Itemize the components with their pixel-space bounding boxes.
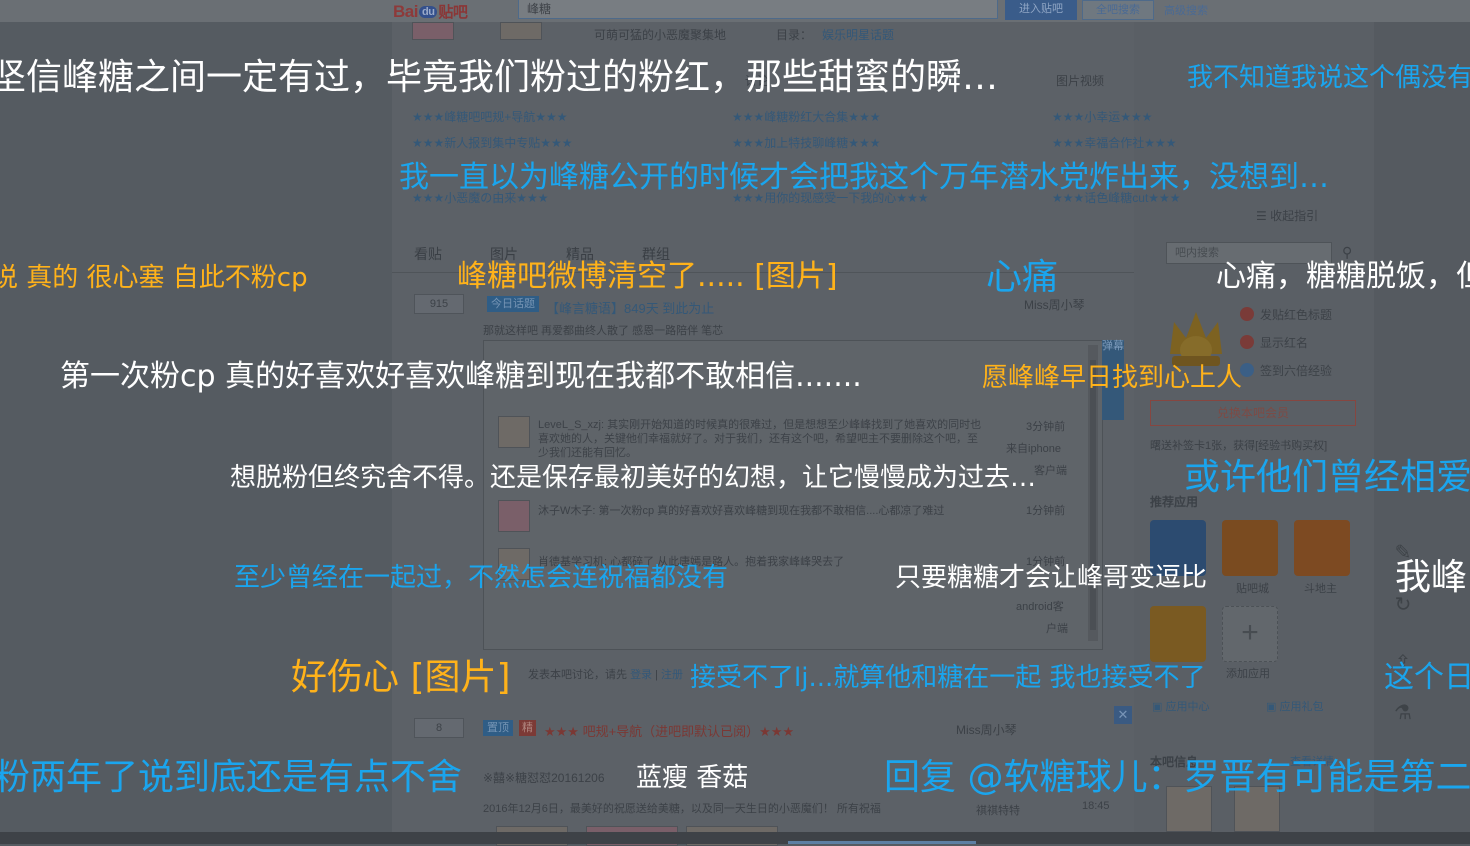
baidu-tieba-logo[interactable]: Bai du 贴吧 (393, 1, 468, 22)
danmaku-comment: 我不知道我说这个偶没有 (1187, 63, 1470, 93)
danmaku-comment: 好伤心 [图片] (291, 657, 511, 698)
danmaku-comment: 蓝瘦 香菇 (636, 763, 749, 793)
add-app-icon[interactable]: + (1222, 606, 1278, 662)
app-center-icon: ▣ (1152, 701, 1166, 713)
app-label: 添加应用 (1226, 668, 1270, 680)
danmaku-comment: 这个日 (1384, 660, 1470, 695)
danmaku-comment: 说 真的 很心塞 自此不粉cp (0, 263, 308, 293)
city-app-icon[interactable] (1222, 520, 1278, 576)
danmaku-comment: 我峰 (1395, 557, 1468, 598)
privilege-icon (1240, 335, 1254, 349)
thread-excerpt: 2016年12月6日，最美好的祝愿送给美糖，以及同一天生日的小恶魔们！ 所有祝福 (483, 803, 881, 815)
forum-page: Bai du 贴吧 峰糖 进入贴吧 全吧搜索 高级搜索 可萌可猛的小恶魔聚集地 目录… (0, 0, 1470, 846)
thread-author[interactable]: Miss周小琴 (956, 721, 1017, 738)
reply-count: 915 (414, 294, 464, 314)
search-input[interactable]: 峰糖 (518, 0, 998, 19)
search-all-button[interactable]: 全吧搜索 (1082, 0, 1154, 20)
bar-banner-image (412, 22, 454, 40)
reply-text: LeveL_S_xzj: 其实刚开始知道的时候真的很难过，但是想想至少峰峰找到了… (538, 419, 982, 459)
danmaku-comment: 或许他们曾经相爱 (1184, 457, 1470, 498)
guide-link[interactable]: ★★★峰糖粉红大合集★★★ (732, 108, 881, 125)
sign-link-red-name[interactable]: 显示红名 (1240, 334, 1308, 351)
category-link[interactable]: 娱乐明星话题 (822, 26, 894, 43)
danmaku-comment: 回复 @软糖球儿：罗晋有可能是第二 (884, 757, 1470, 798)
guide-link[interactable]: ★★★新人报到集中专贴★★★ (412, 134, 573, 151)
guide-link[interactable]: ★★★峰糖吧吧规+导航★★★ (412, 108, 568, 125)
redeem-membership-button[interactable]: 兑换本吧会员 (1150, 400, 1356, 426)
landlord-app-icon[interactable] (1294, 520, 1350, 576)
category-label: 目录： (776, 28, 813, 42)
list-icon: ☰ (1256, 209, 1271, 223)
reply-count: 8 (414, 718, 464, 738)
gift-icon: ▣ (1266, 701, 1280, 713)
guide-link[interactable]: ★★★小幸运★★★ (1052, 108, 1153, 125)
thread-title[interactable]: ※囍※糖怼怼20161206 (483, 769, 605, 786)
bar-slogan: 可萌可猛的小恶魔聚集地 (594, 28, 727, 42)
login-prompt: 发表本吧讨论，请先 登录 | 注册 (528, 669, 684, 681)
danmaku-comment: 粉两年了说到底还是有点不舍 (0, 757, 463, 798)
sign-link-red-title[interactable]: 发贴红色标题 (1240, 306, 1332, 323)
bar-banner-image (500, 22, 542, 40)
avatar[interactable] (498, 500, 530, 532)
privilege-icon (1240, 307, 1254, 321)
avatar[interactable] (498, 416, 530, 448)
thread-author[interactable]: 祺祺特特 (976, 802, 1020, 818)
reply-source: 户端 (1046, 623, 1068, 635)
danmaku-comment: 想脱粉但终究舍不得。还是保存最初美好的幻想，让它慢慢成为过去… (230, 463, 1037, 493)
today-topic-tag: 今日话题 (487, 296, 539, 312)
pinned-tag: 置顶 (483, 720, 513, 736)
guide-link[interactable]: ★★★幸福合作社★★★ (1052, 134, 1177, 151)
register-link[interactable]: 注册 (661, 669, 683, 681)
thread-author[interactable]: Miss周小琴 (1024, 296, 1085, 313)
danmaku-comment: 坚信峰糖之间一定有过，毕竟我们粉过的粉红，那些甜蜜的瞬… (0, 57, 999, 98)
advanced-search-link[interactable]: 高级搜索 (1164, 2, 1208, 18)
app-label: 斗地主 (1304, 583, 1337, 595)
sign-card-note: 曙送补签卡1张，获得[经验书购买权] (1150, 440, 1328, 452)
danmaku-comment: 至少曾经在一起过，不然怎会连祝福都没有 (234, 563, 729, 593)
thread-title[interactable]: ★★★ 吧规+导航（进吧即默认已阅）★★★ (544, 721, 794, 740)
danmaku-comment: 愿峰峰早日找到心上人 (982, 363, 1243, 393)
guide-link[interactable]: ★★★加上特技聊峰糖★★★ (732, 134, 881, 151)
reply-time: 1分钟前 (1026, 505, 1066, 517)
danmaku-comment: 我一直以为峰糖公开的时候才会把我这个万年潜水党炸出来，没想到… (399, 160, 1329, 195)
danmaku-comment: 只要糖糖才会让峰哥变逗比 (895, 563, 1208, 593)
bottom-bar (0, 832, 1470, 844)
login-link[interactable]: 登录 (630, 669, 652, 681)
flask-icon[interactable]: ⚗ (1388, 700, 1418, 730)
privilege-icon (1240, 363, 1254, 377)
reply-time: 3分钟前 (1026, 421, 1066, 433)
thread-title[interactable]: 【峰言糖语】849天 到此为止 (546, 298, 714, 317)
reply-source: 客户端 (1034, 465, 1067, 477)
food-app-icon[interactable] (1150, 606, 1206, 662)
tab-threads[interactable]: 看贴 (414, 244, 442, 264)
reply-source: android客 (1016, 601, 1064, 613)
app-center-link[interactable]: ▣ 应用中心 (1152, 698, 1209, 714)
danmaku-comment: 接受不了lj...就算他和糖在一起 我也接受不了 (690, 663, 1206, 693)
thread-time: 18:45 (1082, 800, 1110, 812)
danmaku-comment: 峰糖吧微博清空了..... [图片] (457, 259, 838, 294)
enter-bar-button[interactable]: 进入贴吧 (1005, 0, 1077, 20)
reply-text: 沐子W木子: 第一次粉cp 真的好喜欢好喜欢峰糖到现在我都不敢相信....心都凉… (538, 505, 945, 517)
sign-link-exp[interactable]: 签到六倍经验 (1240, 362, 1332, 379)
reply-source: 来自iphone (1006, 443, 1062, 455)
app-label: 贴吧城 (1236, 583, 1269, 595)
thread-excerpt: 那就这样吧 再爱都曲终人散了 感恩一路陪伴 笔芯 (483, 325, 724, 337)
danmaku-comment: 心痛，糖糖脱饭，但 (1216, 259, 1470, 294)
danmaku-comment: 第一次粉cp 真的好喜欢好喜欢峰糖到现在我都不敢相信....... (60, 359, 862, 394)
close-icon[interactable]: ✕ (1114, 706, 1132, 724)
tab-pictures-video[interactable]: 图片视频 (1056, 72, 1104, 89)
app-gift-link[interactable]: ▣ 应用礼包 (1266, 698, 1323, 714)
collapse-guide-button[interactable]: ☰ 收起指引 (1256, 207, 1318, 224)
featured-tag: 精 (519, 720, 536, 736)
danmaku-comment: 心痛 (986, 257, 1059, 298)
